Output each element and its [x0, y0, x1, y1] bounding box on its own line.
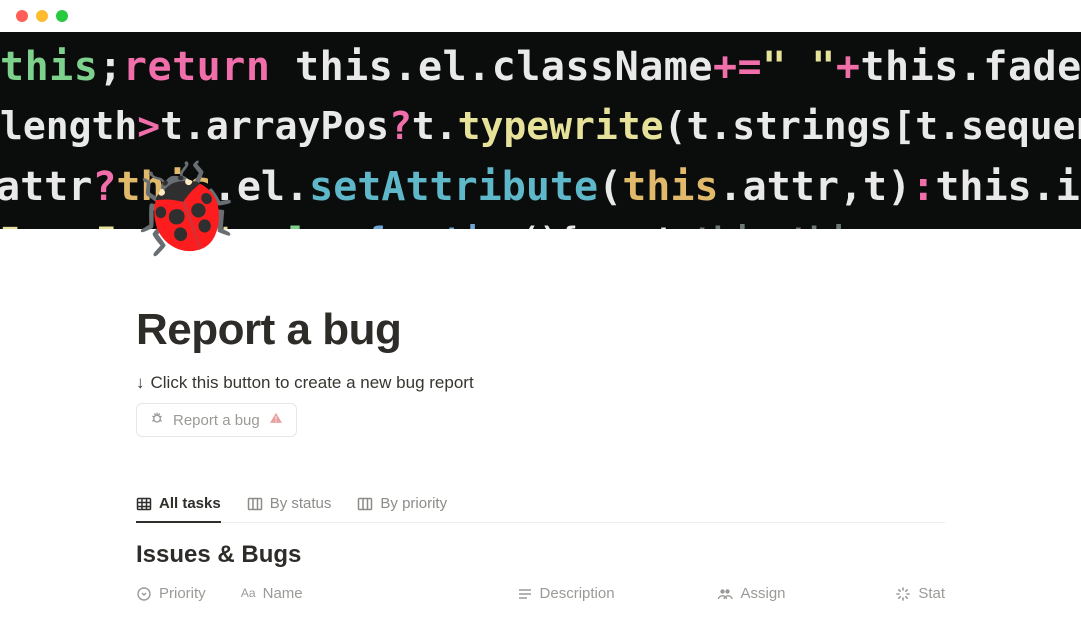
warning-icon [268, 410, 284, 430]
table-icon [136, 496, 152, 512]
tab-all-tasks[interactable]: All tasks [136, 491, 221, 523]
column-label: Name [263, 585, 303, 602]
lines-icon [517, 586, 533, 602]
column-description[interactable]: Description [517, 585, 718, 602]
column-label: Description [540, 585, 615, 602]
column-label: Priority [159, 585, 206, 602]
column-label: Assign [740, 585, 785, 602]
page-content: Report a bug ↓ Click this button to crea… [0, 229, 1081, 602]
cover-code-line-2: length>t.arrayPos?t.typewrite(t.strings[… [0, 104, 1081, 148]
window-minimize-button[interactable] [36, 10, 48, 22]
report-bug-label: Report a bug [173, 412, 260, 429]
bug-icon [149, 410, 165, 430]
database-title[interactable]: Issues & Bugs [136, 541, 945, 569]
tab-by-status[interactable]: By status [247, 491, 332, 523]
tab-label: By status [270, 495, 332, 512]
column-name[interactable]: Aa Name [241, 585, 517, 602]
board-icon [247, 496, 263, 512]
select-icon [136, 586, 152, 602]
subtitle-text: Click this button to create a new bug re… [151, 373, 474, 393]
app-window: this;return this.el.className+=" "+this.… [0, 0, 1081, 619]
column-status[interactable]: Stat [895, 585, 945, 602]
tab-by-priority[interactable]: By priority [357, 491, 447, 523]
page-title[interactable]: Report a bug [136, 305, 945, 355]
page-icon[interactable]: 🐞 [128, 165, 240, 255]
people-icon [717, 586, 733, 602]
board-icon [357, 496, 373, 512]
column-priority[interactable]: Priority [136, 585, 241, 602]
tab-label: All tasks [159, 495, 221, 512]
window-titlebar [0, 0, 1081, 32]
database-view-tabs: All tasks By status By priority [136, 491, 945, 523]
status-icon [895, 586, 911, 602]
text-icon: Aa [241, 586, 256, 602]
page-subtitle[interactable]: ↓ Click this button to create a new bug … [136, 373, 945, 393]
tab-label: By priority [380, 495, 447, 512]
cover-code-line-1: this;return this.el.className+=" "+this.… [0, 44, 1081, 90]
arrow-down-icon: ↓ [136, 373, 145, 393]
column-label: Stat [918, 585, 945, 602]
column-assign[interactable]: Assign [717, 585, 895, 602]
window-zoom-button[interactable] [56, 10, 68, 22]
report-bug-button[interactable]: Report a bug [136, 403, 297, 437]
table-header-row: Priority Aa Name Description [136, 585, 945, 602]
window-close-button[interactable] [16, 10, 28, 22]
